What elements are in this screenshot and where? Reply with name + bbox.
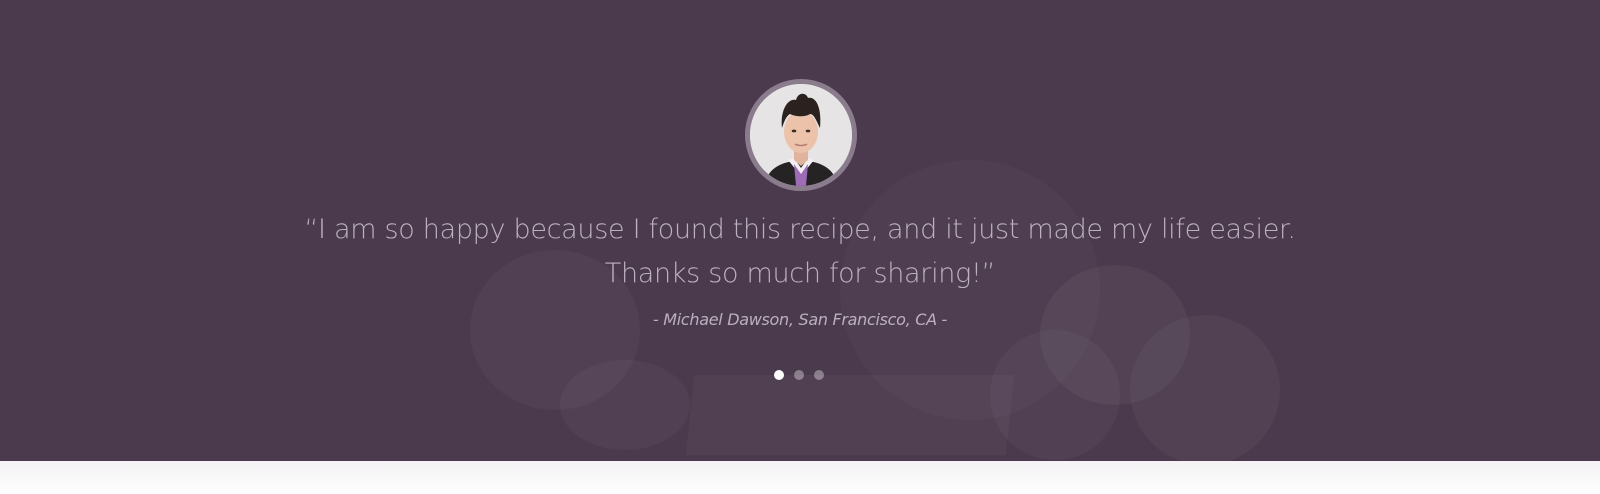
slider-dot-1[interactable] bbox=[774, 370, 784, 380]
quote-line-2: Thanks so much for sharing!” bbox=[604, 258, 996, 289]
testimonial-author: - Michael Dawson, San Francisco, CA - bbox=[652, 310, 947, 329]
quote-line-1: “I am so happy because I found this reci… bbox=[304, 214, 1296, 245]
background-vegetable bbox=[560, 360, 690, 450]
section-bottom-fade bbox=[0, 461, 1600, 494]
testimonial-section: “I am so happy because I found this reci… bbox=[0, 0, 1600, 461]
background-cutting-board bbox=[686, 375, 1014, 455]
person-photo-icon bbox=[750, 84, 852, 186]
slider-dot-2[interactable] bbox=[794, 370, 804, 380]
background-pepper bbox=[1130, 315, 1280, 461]
testimonial-quote: “I am so happy because I found this reci… bbox=[300, 208, 1300, 296]
background-pepper bbox=[990, 330, 1120, 460]
avatar bbox=[745, 79, 857, 191]
slider-pagination bbox=[774, 370, 824, 382]
slider-dot-3[interactable] bbox=[814, 370, 824, 380]
